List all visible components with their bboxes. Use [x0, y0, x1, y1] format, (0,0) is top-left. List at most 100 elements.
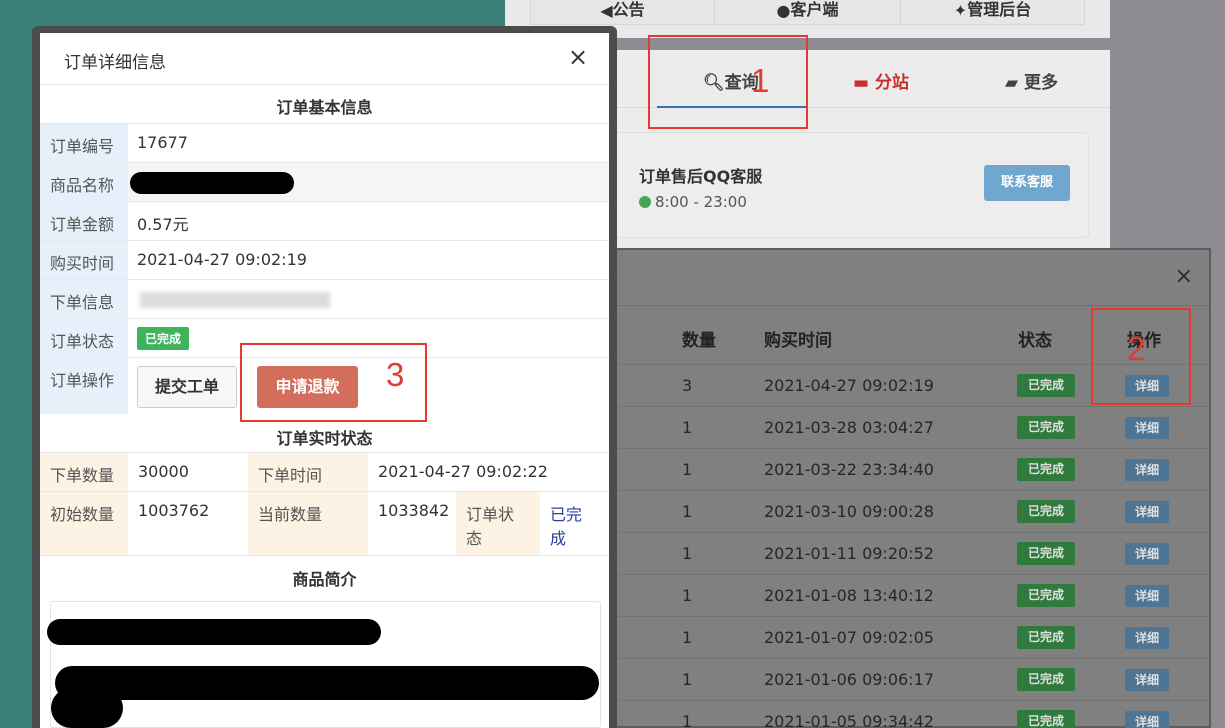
status-badge: 已完成: [137, 327, 190, 350]
online-dot-icon: [639, 196, 651, 208]
row-product: 商品名称: [40, 162, 609, 201]
close-icon[interactable]: ×: [1175, 264, 1193, 289]
redacted-intro-line3: [51, 688, 123, 728]
label-init: 初始数量: [40, 492, 128, 555]
cell-time: 2021-03-10 09:00:28: [764, 502, 934, 521]
nav-admin[interactable]: ✦ 管理后台: [900, 0, 1085, 25]
col-status-header: 状态: [1018, 331, 1052, 351]
detail-button[interactable]: 详细: [1125, 669, 1169, 691]
cell-qty: 1: [682, 586, 693, 605]
detail-button[interactable]: 详细: [1125, 501, 1169, 523]
intro-header-row: 商品简介: [40, 555, 609, 601]
detail-button[interactable]: 详细: [1125, 417, 1169, 439]
modal-header: 订单详细信息 ×: [40, 33, 609, 85]
tab-more[interactable]: ▰ 更多: [1005, 68, 1058, 93]
label-buy-time: 购买时间: [40, 241, 128, 279]
contact-service-button[interactable]: 联系客服: [984, 165, 1070, 201]
label-amount: 订单金额: [40, 202, 128, 240]
annotation-box-query: [648, 35, 808, 129]
cell-qty: 1: [682, 628, 693, 647]
table-row: 1 2021-01-08 13:40:12 已完成 详细: [607, 574, 1209, 616]
redacted-intro-line2: [55, 666, 599, 700]
service-card: 订单售后QQ客服 8:00 - 23:00 联系客服: [615, 132, 1089, 238]
redacted-intro-line1: [47, 619, 381, 645]
realtime-title: 订单实时状态: [276, 429, 373, 448]
cell-qty: 1: [682, 544, 693, 563]
table-row: 1 2021-01-11 09:20:52 已完成 详细: [607, 532, 1209, 574]
row-order-no: 订单编号 17677: [40, 123, 609, 162]
modal-title: 订单详细信息: [64, 53, 166, 73]
cell-qty: 1: [682, 502, 693, 521]
table-row: 1 2021-01-06 09:06:17 已完成 详细: [607, 658, 1209, 700]
col-qty-header: 数量: [682, 331, 716, 351]
folder-icon: ▰: [1005, 73, 1024, 93]
label-status: 订单状态: [40, 319, 128, 357]
cell-time: 2021-04-27 09:02:19: [764, 376, 934, 395]
cell-qty: 1: [682, 712, 693, 728]
detail-button[interactable]: 详细: [1125, 459, 1169, 481]
label-order-info: 下单信息: [40, 280, 128, 318]
blurred-order-info: [140, 292, 330, 308]
row-init-current: 初始数量 1003762 当前数量 1033842 订单状态 已完成: [40, 491, 609, 555]
status-badge: 已完成: [1017, 416, 1075, 439]
status-badge: 已完成: [1017, 374, 1075, 397]
status-badge: 已完成: [1017, 584, 1075, 607]
value-current: 1033842: [378, 501, 450, 520]
status-badge: 已完成: [1017, 500, 1075, 523]
label-product: 商品名称: [40, 163, 128, 201]
nav-announcement[interactable]: ◀ 公告: [530, 0, 715, 25]
cell-qty: 1: [682, 418, 693, 437]
order-list-header: ×: [607, 250, 1209, 306]
cell-time: 2021-01-05 09:34:42: [764, 712, 934, 728]
cell-time: 2021-01-11 09:20:52: [764, 544, 934, 563]
service-hours: 8:00 - 23:00: [639, 193, 747, 211]
close-icon[interactable]: ×: [568, 43, 588, 71]
cell-qty: 1: [682, 670, 693, 689]
cell-time: 2021-01-07 09:02:05: [764, 628, 934, 647]
service-title: 订单售后QQ客服: [639, 167, 763, 186]
value-amount: 0.57元: [137, 215, 189, 234]
tab-substation[interactable]: ▬ 分站: [853, 68, 909, 93]
value-rt-status: 已完成: [550, 505, 583, 548]
table-row: 1 2021-01-07 09:02:05 已完成 详细: [607, 616, 1209, 658]
detail-button[interactable]: 详细: [1125, 627, 1169, 649]
value-order-time: 2021-04-27 09:02:22: [378, 462, 548, 481]
table-row: 1 2021-03-28 03:04:27 已完成 详细: [607, 406, 1209, 448]
cell-time: 2021-01-06 09:06:17: [764, 670, 934, 689]
submit-ticket-button[interactable]: 提交工单: [137, 366, 237, 408]
label-order-no: 订单编号: [40, 124, 128, 162]
annotation-number-3: 3: [386, 356, 405, 393]
table-row: 1 2021-01-05 09:34:42 已完成 详细: [607, 700, 1209, 728]
paw-icon: ✦: [953, 1, 968, 20]
label-qty: 下单数量: [40, 453, 128, 491]
android-icon: ●: [776, 1, 791, 20]
table-row: 1 2021-03-22 23:34:40 已完成 详细: [607, 448, 1209, 490]
detail-button[interactable]: 详细: [1125, 711, 1169, 728]
detail-button[interactable]: 详细: [1125, 543, 1169, 565]
annotation-number-2: 2: [1127, 330, 1146, 367]
basic-info-title: 订单基本信息: [276, 98, 373, 117]
intro-title: 商品简介: [292, 570, 357, 589]
status-badge: 已完成: [1017, 668, 1075, 691]
intro-content: [47, 601, 601, 728]
cell-qty: 3: [682, 376, 693, 395]
cell-qty: 1: [682, 460, 693, 479]
coffee-icon: ▬: [853, 73, 875, 93]
label-ops: 订单操作: [40, 358, 128, 414]
table-row: 1 2021-03-10 09:00:28 已完成 详细: [607, 490, 1209, 532]
value-init: 1003762: [138, 501, 210, 520]
label-current: 当前数量: [248, 492, 368, 555]
value-order-no: 17677: [137, 133, 188, 152]
nav-client[interactable]: ● 客户端: [714, 0, 901, 25]
row-amount: 订单金额 0.57元: [40, 201, 609, 240]
annotation-number-1: 1: [751, 62, 770, 99]
col-time-header: 购买时间: [764, 331, 832, 351]
redacted-product-name: [130, 172, 294, 194]
value-buy-time: 2021-04-27 09:02:19: [137, 250, 307, 269]
status-badge: 已完成: [1017, 710, 1075, 728]
cell-time: 2021-01-08 13:40:12: [764, 586, 934, 605]
row-qty-time: 下单数量 30000 下单时间 2021-04-27 09:02:22: [40, 452, 609, 491]
detail-button[interactable]: 详细: [1125, 585, 1169, 607]
label-order-time: 下单时间: [248, 453, 368, 491]
megaphone-icon: ◀: [600, 1, 613, 20]
